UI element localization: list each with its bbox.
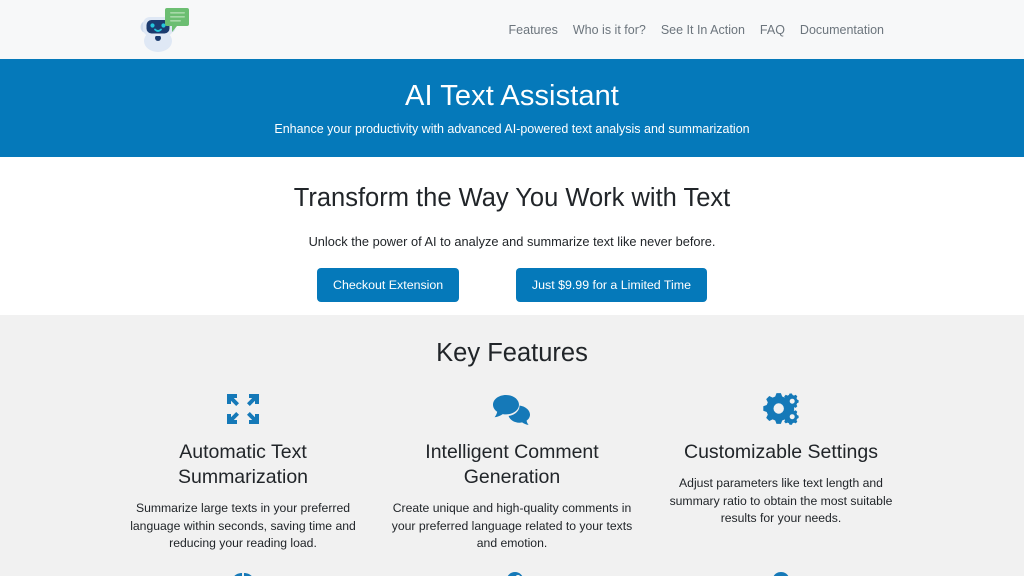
hero-banner: AI Text Assistant Enhance your productiv… <box>0 59 1024 157</box>
nav-link-features[interactable]: Features <box>509 22 558 38</box>
key-icon <box>388 567 637 576</box>
site-header: Features Who is it for? See It In Action… <box>0 0 1024 59</box>
cta-button-row: Checkout Extension Just $9.99 for a Limi… <box>317 268 707 302</box>
feature-title: Customizable Settings <box>683 441 878 463</box>
features-grid-row-1: Automatic Text Summarization Summarize l… <box>0 388 1024 553</box>
cogs-icon <box>657 388 906 430</box>
hero-title: AI Text Assistant <box>405 79 619 112</box>
compress-arrows-icon <box>119 388 368 430</box>
nav-link-faq[interactable]: FAQ <box>760 22 785 38</box>
checkout-extension-button[interactable]: Checkout Extension <box>317 268 460 302</box>
feature-card-encrypted-storage-api-key: Encrypted Storage of API Key <box>647 567 916 576</box>
intro-title: Transform the Way You Work with Text <box>293 184 731 212</box>
key-features-section: Key Features Automatic Text Summarizatio… <box>0 315 1024 576</box>
chat-bubbles-icon <box>388 388 637 430</box>
feature-title: Intelligent Comment Generation <box>425 441 599 488</box>
brain-icon <box>119 567 368 576</box>
intro-subtitle: Unlock the power of AI to analyze and su… <box>308 234 716 249</box>
site-logo[interactable] <box>135 3 191 57</box>
feature-description: Create unique and high-quality comments … <box>391 501 633 550</box>
feature-card-intelligent-comment-generation: Intelligent Comment Generation Create un… <box>378 388 647 553</box>
feature-card-powered-by-gpt4: Powered by GPT-4 <box>109 567 378 576</box>
nav-link-documentation[interactable]: Documentation <box>800 22 884 38</box>
nav-link-who-is-it-for[interactable]: Who is it for? <box>573 22 646 38</box>
feature-card-personal-api-key-usage: Personal API Key Usage <box>378 567 647 576</box>
feature-description: Adjust parameters like text length and s… <box>669 476 893 525</box>
nav-link-see-it-in-action[interactable]: See It In Action <box>661 22 745 38</box>
feature-description: Summarize large texts in your preferred … <box>130 501 356 550</box>
features-grid-row-2: Powered by GPT-4 Personal API Key Usage <box>0 567 1024 576</box>
intro-section: Transform the Way You Work with Text Unl… <box>0 157 1024 315</box>
robot-chat-logo <box>140 8 189 52</box>
key-features-title: Key Features <box>436 339 588 367</box>
limited-time-price-button[interactable]: Just $9.99 for a Limited Time <box>515 268 707 302</box>
main-navigation: Features Who is it for? See It In Action… <box>509 22 884 38</box>
lock-icon <box>657 567 906 576</box>
feature-card-automatic-text-summarization: Automatic Text Summarization Summarize l… <box>109 388 378 553</box>
feature-title: Automatic Text Summarization <box>177 441 309 488</box>
hero-subtitle: Enhance your productivity with advanced … <box>274 121 750 136</box>
feature-card-customizable-settings: Customizable Settings Adjust parameters … <box>647 388 916 553</box>
